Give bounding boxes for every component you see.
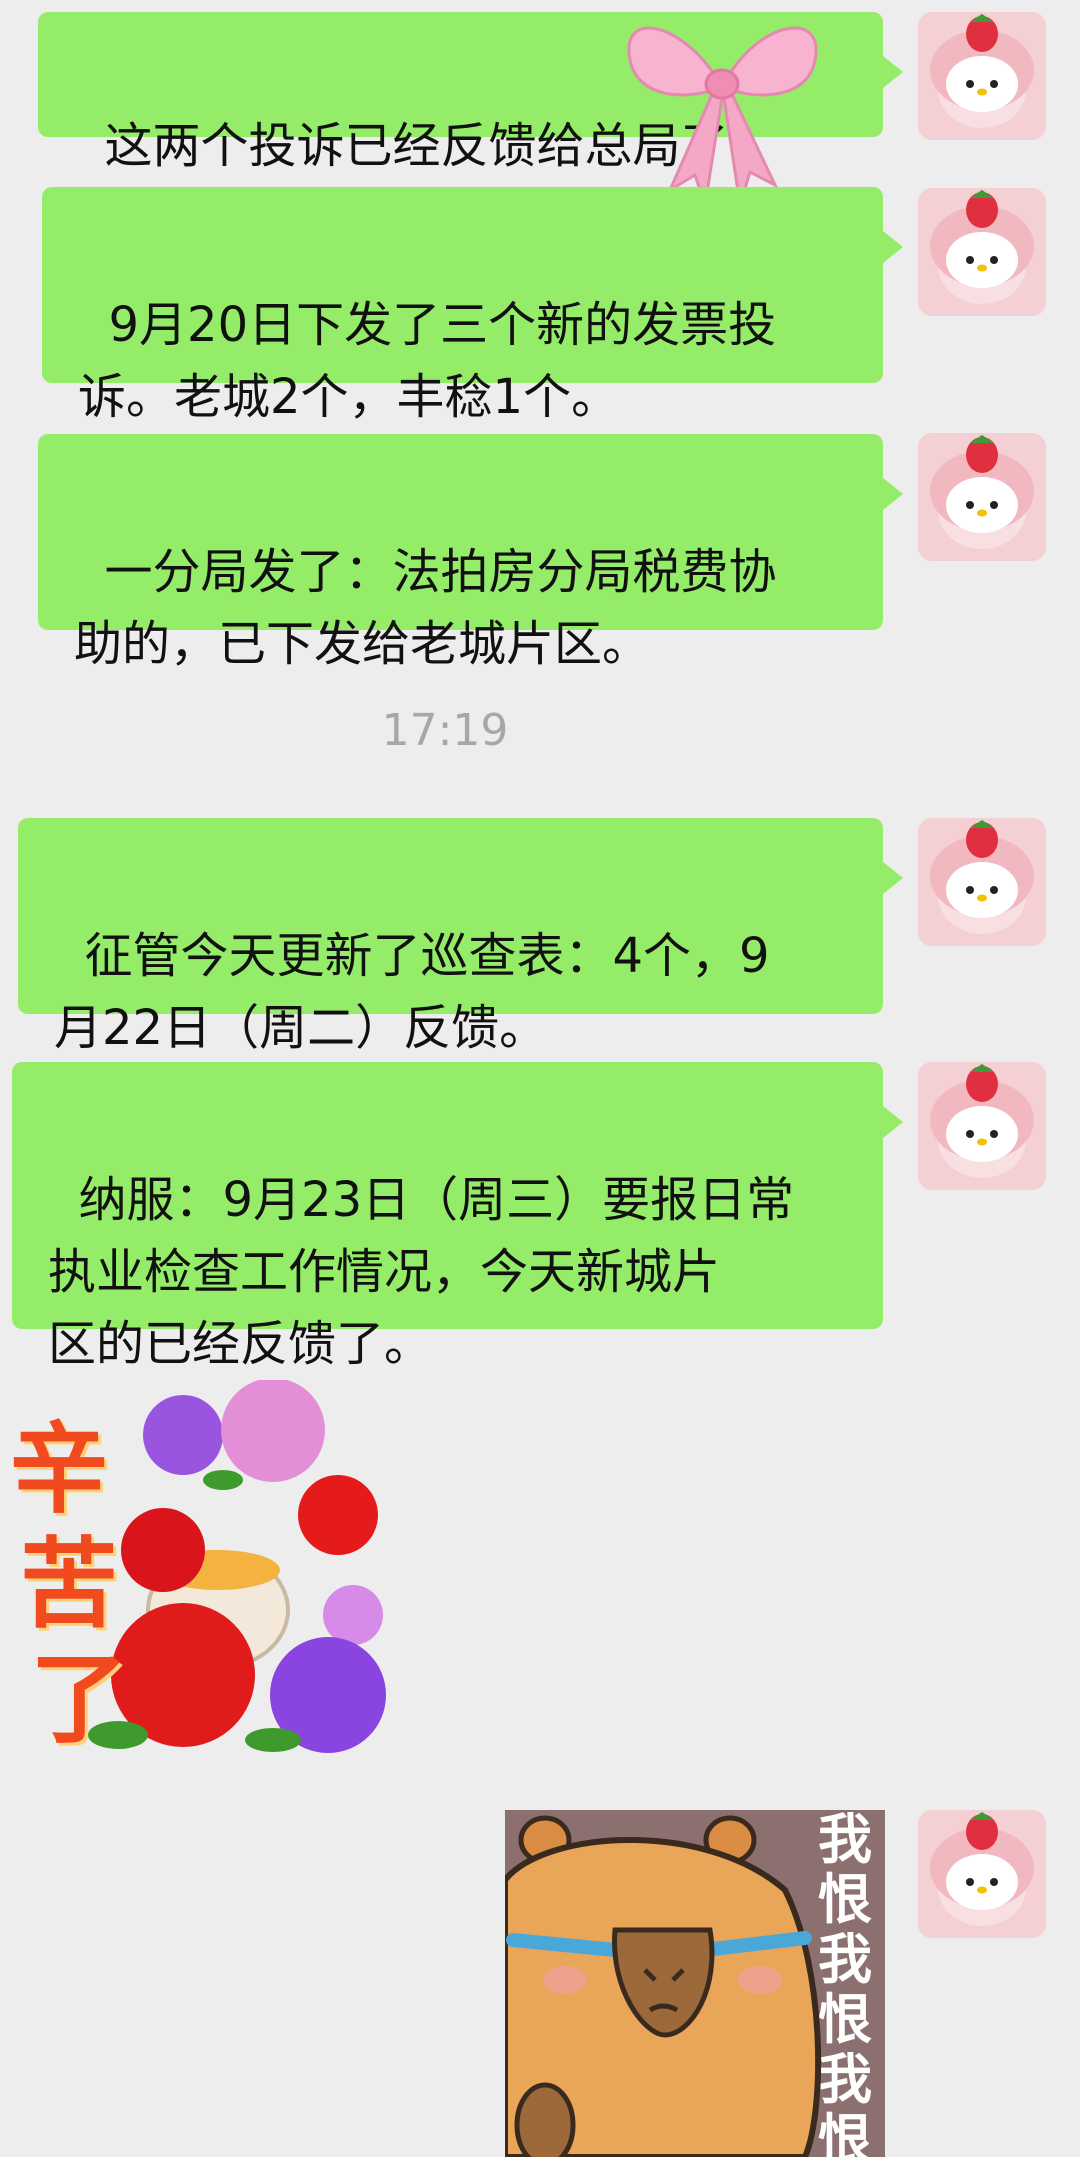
hello-kitty-avatar-icon	[918, 188, 1046, 316]
hello-kitty-avatar-icon	[918, 1810, 1046, 1938]
hello-kitty-avatar-icon	[918, 433, 1046, 561]
avatar[interactable]	[918, 1062, 1046, 1190]
message-text: 9月20日下发了三个新的发票投 诉。老城2个，丰稔1个。	[78, 297, 777, 425]
message-bubble[interactable]: 征管今天更新了巡查表：4个，9 月22日（周二）反馈。	[18, 818, 903, 1056]
sticker-text: 了	[30, 1642, 129, 1757]
timestamp: 17:19	[381, 705, 509, 756]
rose-teacup-sticker[interactable]: 辛 苦 了	[8, 1380, 388, 1760]
avatar[interactable]	[918, 433, 1046, 561]
hello-kitty-avatar-icon	[918, 12, 1046, 140]
avatar[interactable]	[918, 818, 1046, 946]
capybara-icon	[505, 1815, 822, 2157]
hello-kitty-avatar-icon	[918, 1062, 1046, 1190]
message-bubble[interactable]: 一分局发了：法拍房分局税费协 助的，已下发给老城片区。	[38, 434, 903, 672]
message-bubble[interactable]: 9月20日下发了三个新的发票投 诉。老城2个，丰稔1个。	[42, 187, 903, 425]
message-bubble[interactable]: 纳服：9月23日（周三）要报日常 执业检查工作情况，今天新城片 区的已经反馈了。	[12, 1062, 903, 1372]
avatar[interactable]	[918, 1810, 1046, 1938]
avatar[interactable]	[918, 188, 1046, 316]
crying-capybara-sticker[interactable]: 我 恨 我 恨 我 恨	[505, 1810, 885, 2157]
avatar[interactable]	[918, 12, 1046, 140]
message-text: 纳服：9月23日（周三）要报日常 执业检查工作情况，今天新城片 区的已经反馈了。	[48, 1172, 795, 1372]
hello-kitty-avatar-icon	[918, 818, 1046, 946]
pink-bow-icon	[627, 26, 818, 206]
message-text: 征管今天更新了巡查表：4个，9 月22日（周二）反馈。	[54, 928, 770, 1056]
message-text: 一分局发了：法拍房分局税费协 助的，已下发给老城片区。	[74, 544, 777, 672]
